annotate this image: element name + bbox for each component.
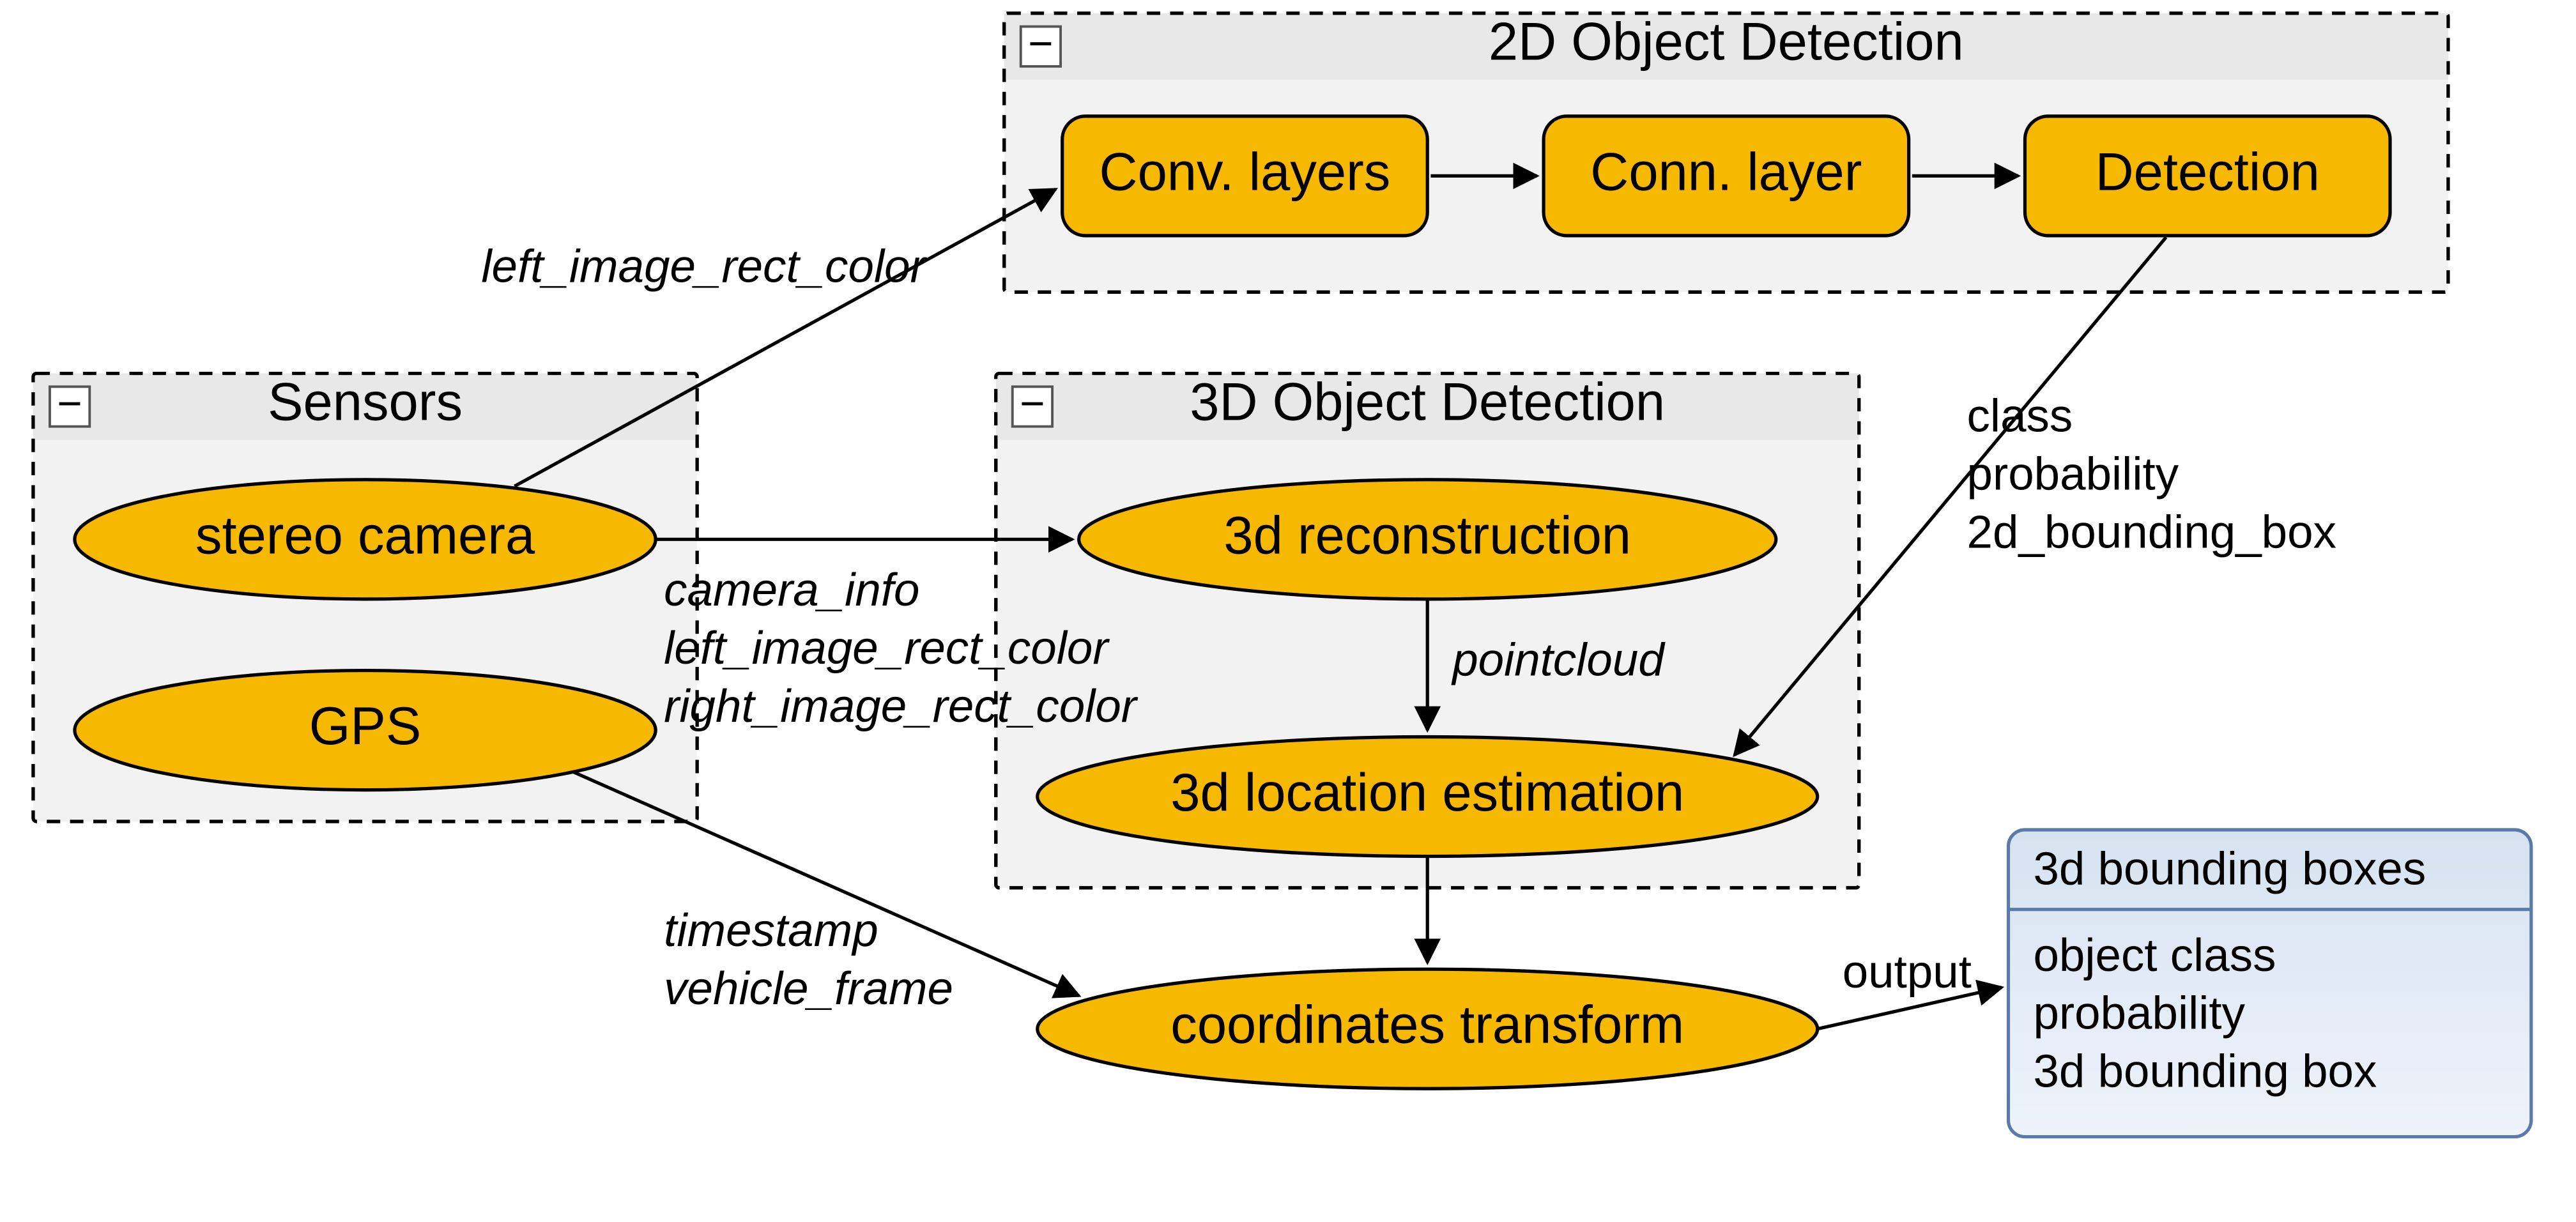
node-gps-label: GPS (309, 696, 422, 756)
collapse-button-2d[interactable]: − (1021, 20, 1061, 68)
output-box: 3d bounding boxes object class probabili… (2009, 830, 2531, 1137)
group-3d-detection: − 3D Object Detection 3d reconstruction … (996, 372, 1859, 888)
group-2d-title: 2D Object Detection (1489, 12, 1964, 72)
edge-cam-to-2d (514, 189, 1055, 486)
group-3d-title: 3D Object Detection (1190, 372, 1665, 431)
group-sensors-title: Sensors (268, 372, 463, 431)
edge-xform-to-output-label: output (1843, 946, 1972, 998)
node-3d-loc-label: 3d location estimation (1170, 763, 1684, 822)
node-conv-layers-label: Conv. layers (1100, 142, 1391, 201)
edge-recon-to-loc-label: pointcloud (1451, 634, 1666, 685)
edge-gps-to-xform-l2: vehicle_frame (664, 963, 953, 1014)
node-coord-xform-label: coordinates transform (1170, 995, 1684, 1055)
minus-icon: − (57, 380, 82, 428)
node-3d-reconstruction-label: 3d reconstruction (1223, 505, 1631, 565)
group-2d-detection: − 2D Object Detection Conv. layers Conn.… (1004, 12, 2448, 293)
collapse-button-sensors[interactable]: − (50, 380, 89, 428)
edge-cam-to-3d-l3: right_image_rect_color (664, 680, 1138, 732)
collapse-button-3d[interactable]: − (1013, 380, 1052, 428)
output-box-line3: 3d bounding box (2033, 1046, 2377, 1097)
node-stereo-camera-label: stereo camera (195, 505, 535, 565)
edge-cam-to-2d-label: left_image_rect_color (481, 241, 927, 293)
edge-cam-to-3d-l1: camera_info (664, 564, 919, 616)
edge-det-to-loc-l3: 2d_bounding_box (1967, 506, 2336, 558)
output-box-title: 3d bounding boxes (2033, 843, 2426, 895)
output-box-line2: probability (2033, 988, 2245, 1039)
output-box-line1: object class (2033, 929, 2276, 981)
diagram-canvas: − Sensors stereo camera GPS − 2D Object … (0, 0, 2576, 1219)
node-conn-layer-label: Conn. layer (1590, 142, 1862, 201)
minus-icon: − (1028, 20, 1053, 68)
minus-icon: − (1020, 380, 1045, 428)
edge-gps-to-xform-l1: timestamp (664, 905, 878, 956)
node-detection-label: Detection (2096, 142, 2320, 201)
edge-det-to-loc-l2: probability (1967, 448, 2179, 500)
edge-det-to-loc-l1: class (1967, 390, 2073, 441)
edge-cam-to-3d-l2: left_image_rect_color (664, 622, 1110, 674)
